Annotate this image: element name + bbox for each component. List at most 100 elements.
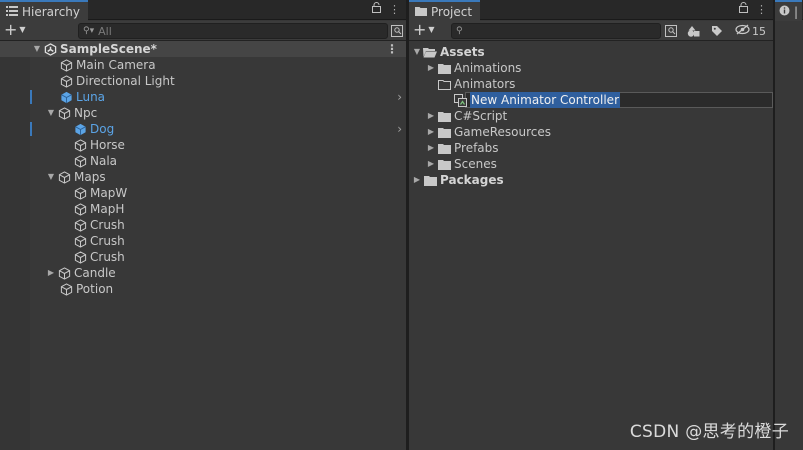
hierarchy-search[interactable]: ⚲▾	[78, 23, 388, 39]
hierarchy-search-input[interactable]	[98, 24, 387, 38]
hidden-packages-toggle[interactable]: 15	[735, 23, 766, 39]
hierarchy-item-label: MapH	[90, 202, 125, 216]
kebab-menu-icon[interactable]: ⋮	[389, 2, 400, 18]
project-folder[interactable]: ▶ Scenes	[409, 156, 773, 172]
project-search[interactable]: ⚲	[451, 23, 661, 39]
chevron-right-icon[interactable]: ›	[397, 121, 402, 137]
hierarchy-item[interactable]: MapW	[0, 185, 406, 201]
hierarchy-item[interactable]: Crush	[0, 233, 406, 249]
hierarchy-item-label: Maps	[74, 170, 106, 184]
gameobject-icon	[73, 234, 87, 248]
gameobject-icon	[59, 282, 73, 296]
folder-icon	[437, 61, 451, 75]
project-search-input[interactable]	[466, 24, 660, 38]
project-tree: ▼ Assets ▶ Animations Animators New Anim…	[409, 44, 773, 188]
tab-inspector[interactable]: |	[775, 0, 803, 21]
hierarchy-item[interactable]: ▼ Npc	[0, 105, 406, 121]
collapse-arrow-icon[interactable]: ▼	[45, 105, 57, 121]
scene-menu-icon[interactable]: ⋮	[386, 41, 398, 57]
override-marker	[30, 122, 32, 136]
watermark: CSDN @思考的橙子	[629, 422, 789, 442]
hierarchy-item[interactable]: Nala	[0, 153, 406, 169]
collapse-arrow-icon[interactable]: ▼	[45, 169, 57, 185]
project-folder[interactable]: ▶ Prefabs	[409, 140, 773, 156]
hierarchy-item[interactable]: Horse	[0, 137, 406, 153]
empty-folder-icon	[437, 77, 451, 91]
folder-icon	[437, 125, 451, 139]
gameobject-icon	[73, 154, 87, 168]
expand-arrow-icon[interactable]: ▶	[425, 156, 437, 172]
project-item-label: Assets	[440, 45, 485, 59]
prefab-icon	[59, 90, 73, 104]
project-folder-packages[interactable]: ▶ Packages	[409, 172, 773, 188]
inspector-panel: |	[775, 0, 803, 450]
hierarchy-item-label: MapW	[90, 186, 128, 200]
hierarchy-item-label: Luna	[76, 90, 106, 104]
folder-icon	[437, 141, 451, 155]
gameobject-icon	[59, 74, 73, 88]
hierarchy-item-label: Crush	[90, 218, 125, 232]
tab-hierarchy[interactable]: Hierarchy	[0, 0, 89, 21]
search-by-type-icon[interactable]	[662, 23, 680, 39]
tab-project-label: Project	[431, 4, 473, 19]
project-folder[interactable]: Animators	[409, 76, 773, 92]
project-folder-assets[interactable]: ▼ Assets	[409, 44, 773, 60]
project-folder[interactable]: ▶ C#Script	[409, 108, 773, 124]
expand-arrow-icon[interactable]: ▶	[45, 265, 57, 281]
collapse-arrow-icon[interactable]: ▼	[31, 41, 43, 57]
hierarchy-item[interactable]: ▶ Candle	[0, 265, 406, 281]
list-icon	[6, 5, 18, 19]
hierarchy-item[interactable]: Crush	[0, 217, 406, 233]
collapse-arrow-icon[interactable]: ▼	[411, 44, 423, 60]
rename-input-text[interactable]: New Animator Controller	[470, 92, 621, 108]
filter-by-type-icon[interactable]	[684, 23, 702, 39]
hierarchy-item-label: Candle	[74, 266, 116, 280]
gameobject-icon	[59, 58, 73, 72]
hierarchy-item[interactable]: Main Camera	[0, 57, 406, 73]
project-asset-renaming[interactable]: New Animator Controller	[409, 92, 773, 108]
scene-row[interactable]: ▼ SampleScene* ⋮	[0, 41, 406, 57]
hierarchy-item[interactable]: Crush	[0, 249, 406, 265]
folder-icon	[415, 5, 427, 19]
expand-arrow-icon[interactable]: ▶	[425, 108, 437, 124]
hierarchy-item-label: Directional Light	[76, 74, 175, 88]
expand-arrow-icon[interactable]: ▶	[411, 172, 423, 188]
search-icon: ⚲▾	[83, 26, 95, 36]
hierarchy-item[interactable]: ▼ Maps	[0, 169, 406, 185]
filter-by-label-icon[interactable]	[708, 23, 726, 39]
tab-hierarchy-label: Hierarchy	[22, 4, 81, 19]
hierarchy-item-label: Nala	[90, 154, 118, 168]
project-item-label: Packages	[440, 173, 504, 187]
project-folder[interactable]: ▶ Animations	[409, 60, 773, 76]
gameobject-icon	[57, 106, 71, 120]
create-asset-button[interactable]: + ▼	[413, 22, 435, 38]
prefab-icon	[73, 122, 87, 136]
expand-arrow-icon[interactable]: ▶	[425, 140, 437, 156]
hierarchy-item-label: Crush	[90, 234, 125, 248]
override-marker	[30, 90, 32, 104]
expand-arrow-icon[interactable]: ▶	[425, 124, 437, 140]
hierarchy-item[interactable]: MapH	[0, 201, 406, 217]
chevron-right-icon[interactable]: ›	[397, 89, 402, 105]
gameobject-icon	[73, 138, 87, 152]
tab-project[interactable]: Project	[409, 0, 481, 21]
lock-icon[interactable]	[372, 2, 381, 18]
project-item-label: C#Script	[454, 109, 508, 123]
project-folder[interactable]: ▶ GameResources	[409, 124, 773, 140]
hierarchy-tabbar: Hierarchy ⋮	[0, 0, 406, 21]
gameobject-icon	[57, 170, 71, 184]
search-by-type-icon[interactable]	[388, 23, 406, 39]
expand-arrow-icon[interactable]: ▶	[425, 60, 437, 76]
hierarchy-item-prefab[interactable]: Luna ›	[0, 89, 406, 105]
lock-icon[interactable]	[739, 2, 748, 18]
hierarchy-item[interactable]: Directional Light	[0, 73, 406, 89]
eye-slash-icon	[735, 24, 750, 38]
hierarchy-item-prefab[interactable]: Dog ›	[0, 121, 406, 137]
hierarchy-item-label: Crush	[90, 250, 125, 264]
hierarchy-item[interactable]: Potion	[0, 281, 406, 297]
create-button[interactable]: + ▼	[4, 22, 26, 38]
project-item-label: Scenes	[454, 157, 497, 171]
hierarchy-panel: Hierarchy ⋮ +▼ ⚲▾ ▼ SampleScene* ⋮	[0, 0, 406, 450]
hierarchy-item-label: Horse	[90, 138, 125, 152]
kebab-menu-icon[interactable]: ⋮	[756, 2, 767, 18]
